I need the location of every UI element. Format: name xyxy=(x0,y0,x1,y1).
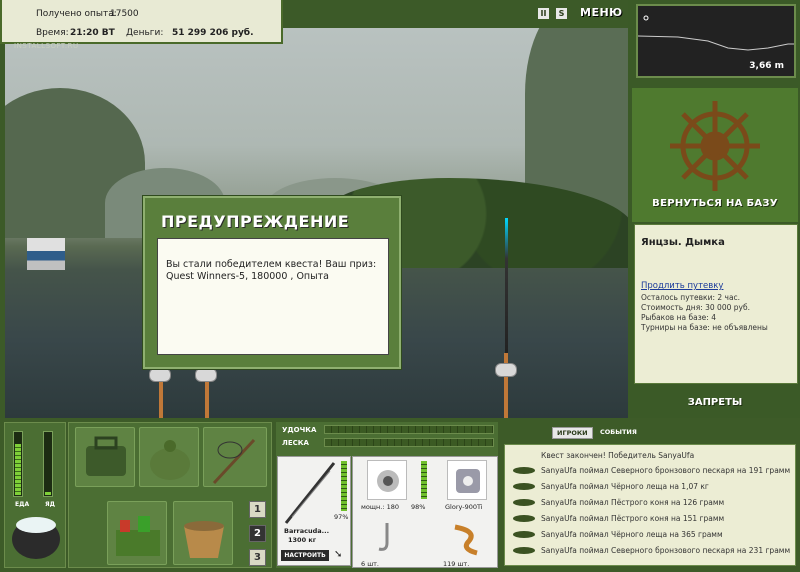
log-line: SanyaUfa поймал Северного бронзового пес… xyxy=(541,546,791,555)
line-name: Glory-900Ti xyxy=(445,503,483,511)
line-slot[interactable] xyxy=(447,460,487,500)
info-line: Осталось путевки: 2 час. xyxy=(641,293,741,302)
info-line: Стоимость дня: 30 000 руб. xyxy=(641,303,750,312)
reel-wear-bar xyxy=(421,461,427,499)
money-label: Деньги: xyxy=(126,28,164,38)
food-bar xyxy=(13,431,23,497)
food-bar-fill xyxy=(15,443,21,495)
poison-bar-fill xyxy=(45,491,51,495)
time-value: 21:20 ВТ xyxy=(70,28,115,38)
rod-2-handle[interactable] xyxy=(159,378,163,418)
tab-events[interactable]: СОБЫТИЯ xyxy=(596,427,641,437)
poison-label: ЯД xyxy=(45,501,55,508)
fish-icon xyxy=(513,483,535,490)
reel-icon xyxy=(495,363,517,377)
slot-2-button[interactable]: 2 xyxy=(249,525,266,542)
reel-percent: 98% xyxy=(411,503,426,511)
extend-permit-link[interactable]: Продлить путевку xyxy=(641,281,723,291)
fish-icon xyxy=(513,547,535,554)
bag-slot[interactable] xyxy=(75,427,135,487)
fish-icon xyxy=(513,531,535,538)
line-label: ЛЕСКА xyxy=(282,439,309,447)
inventory-panel: 1 2 3 xyxy=(68,422,272,568)
tackle-items: мощн.: 180 98% Glory-900Ti 6 шт. 119 шт. xyxy=(352,456,498,568)
log-line: SanyaUfa поймал Чёрного леща на 365 грам… xyxy=(541,530,723,539)
hook-slot[interactable] xyxy=(367,519,407,557)
watermark-logo: INSTALLSOFT.RU xyxy=(14,42,79,50)
arrow-down-right-icon: ➘ xyxy=(334,549,343,560)
return-to-base-button[interactable]: ВЕРНУТЬСЯ НА БАЗУ xyxy=(632,198,798,209)
rod-1[interactable] xyxy=(505,218,508,353)
exp-value: 17500 xyxy=(110,9,139,19)
log-line: SanyaUfa поймал Пёстрого коня на 151 гра… xyxy=(541,514,725,523)
bucket-icon xyxy=(184,521,224,558)
exp-label: Получено опыта: xyxy=(36,9,117,19)
log-line: Квест закончен! Победитель SanyaUfa xyxy=(541,451,695,460)
hook-icon xyxy=(378,523,389,551)
rod-icon xyxy=(284,462,336,524)
rod-wear-bar xyxy=(341,461,347,511)
fish-icon xyxy=(513,467,535,474)
location-info: Янцзы. Дымка Продлить путевку Осталось п… xyxy=(634,224,798,384)
log-line: SanyaUfa поймал Чёрного леща на 1,07 кг xyxy=(541,482,709,491)
line-tension-bar xyxy=(324,438,494,447)
log-line: SanyaUfa поймал Пёстрого коня на 126 гра… xyxy=(541,498,725,507)
cauldron-icon[interactable] xyxy=(7,511,67,566)
slot-1-button[interactable]: 1 xyxy=(249,501,266,518)
boat xyxy=(27,238,65,270)
setup-button[interactable]: НАСТРОИТЬ xyxy=(281,550,329,561)
status-panel: ЕДА ЯД xyxy=(4,422,66,568)
landing-net-icon xyxy=(212,438,256,485)
reel-icon xyxy=(195,368,217,382)
log-line: SanyaUfa поймал Северного бронзового пес… xyxy=(541,466,791,475)
time-label: Время: xyxy=(36,28,69,38)
reel-item-icon xyxy=(377,470,399,492)
rod-tension-bar xyxy=(324,425,494,434)
worm-bait-icon xyxy=(454,524,478,556)
rod-label: УДОЧКА xyxy=(282,426,317,434)
sack-slot[interactable] xyxy=(139,427,199,487)
bait-slot[interactable] xyxy=(447,519,487,557)
money-value: 51 299 206 руб. xyxy=(172,28,254,38)
sack-icon xyxy=(150,440,190,480)
bait-count: 119 шт. xyxy=(443,560,470,568)
poison-bar xyxy=(43,431,53,497)
net-slot[interactable] xyxy=(203,427,267,487)
settings-icon[interactable]: S xyxy=(556,8,567,19)
fish-icon xyxy=(513,499,535,506)
warning-dialog[interactable]: ПРЕДУПРЕЖДЕНИЕ Вы стали победителем квес… xyxy=(143,196,401,369)
reel-icon xyxy=(149,368,171,382)
reel-slot[interactable] xyxy=(367,460,407,500)
hooks-count: 6 шт. xyxy=(361,560,380,568)
player-info: Получено опыта: 17500 Время: 21:20 ВТ Де… xyxy=(0,0,283,44)
dialog-message: Вы стали победителем квеста! Ваш приз: Q… xyxy=(157,238,389,355)
bucket-slot[interactable] xyxy=(173,501,233,565)
dialog-title: ПРЕДУПРЕЖДЕНИЕ xyxy=(161,212,350,231)
rod-weight: 1300 кг xyxy=(288,536,317,544)
rod-percent: 97% xyxy=(334,513,349,521)
slot-3-button[interactable]: 3 xyxy=(249,549,266,566)
info-line: Рыбаков на базе: 4 xyxy=(641,313,716,322)
tackle-bag-icon xyxy=(86,436,126,476)
rod-name: Barracuda... xyxy=(284,527,330,535)
menu-button[interactable]: МЕНЮ xyxy=(580,6,623,19)
info-line: Турниры на базе: не объявлены xyxy=(641,323,768,332)
depth-meter: 3,66 m xyxy=(636,4,796,78)
reel-power: мощн.: 180 xyxy=(361,503,399,511)
fishing-line-icon xyxy=(456,469,480,493)
food-label: ЕДА xyxy=(15,501,30,508)
event-log: Квест закончен! Победитель SanyaUfa Sany… xyxy=(504,444,796,566)
depth-value: 3,66 m xyxy=(749,61,784,71)
rod-3-handle[interactable] xyxy=(205,378,209,418)
ships-wheel-icon xyxy=(670,101,760,191)
tab-players[interactable]: ИГРОКИ xyxy=(552,427,593,439)
bans-button[interactable]: ЗАПРЕТЫ xyxy=(632,397,798,408)
location-name: Янцзы. Дымка xyxy=(641,237,725,248)
groundbait-slot[interactable] xyxy=(107,501,167,565)
fish-icon xyxy=(513,515,535,522)
pause-icon[interactable]: II xyxy=(538,8,549,19)
groundbait-basket-icon xyxy=(116,516,160,556)
